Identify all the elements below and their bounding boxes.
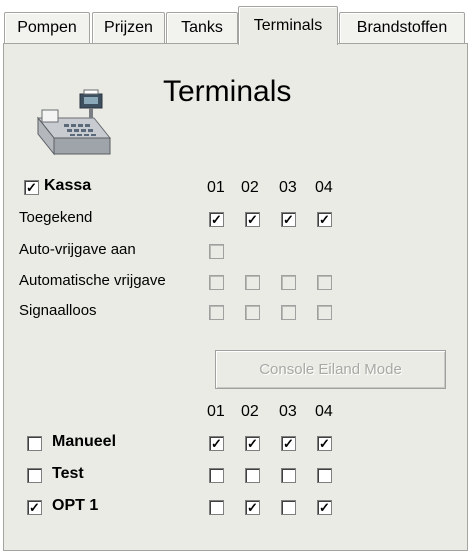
auto-vrijgave-aan-label: Auto-vrijgave aan bbox=[19, 241, 136, 258]
cash-register-icon bbox=[24, 88, 124, 164]
kassa-column-01: 01 bbox=[207, 179, 225, 196]
automatische-vrijgave-01-checkbox[interactable] bbox=[209, 275, 224, 290]
kassa-column-04: 04 bbox=[315, 179, 333, 196]
toegekend-03-checkbox[interactable]: ✓ bbox=[281, 212, 296, 227]
automatische-vrijgave-04-checkbox[interactable] bbox=[317, 275, 332, 290]
test-label: Test bbox=[52, 465, 84, 482]
test-checkbox[interactable] bbox=[27, 468, 42, 483]
test-02-checkbox[interactable] bbox=[245, 468, 260, 483]
manueel-04-checkbox[interactable]: ✓ bbox=[317, 436, 332, 451]
automatische-vrijgave-02-checkbox[interactable] bbox=[245, 275, 260, 290]
tab-prijzen[interactable]: Prijzen bbox=[92, 12, 165, 43]
manueel-checkbox[interactable] bbox=[27, 436, 42, 451]
auto-vrijgave-aan-checkbox[interactable] bbox=[209, 244, 224, 259]
signaalloos-01-checkbox[interactable] bbox=[209, 305, 224, 320]
manueel-02-checkbox[interactable]: ✓ bbox=[245, 436, 260, 451]
tab-pompen[interactable]: Pompen bbox=[4, 12, 90, 43]
manueel-03-checkbox[interactable]: ✓ bbox=[281, 436, 296, 451]
automatische-vrijgave-03-checkbox[interactable] bbox=[281, 275, 296, 290]
signaalloos-04-checkbox[interactable] bbox=[317, 305, 332, 320]
toegekend-04-checkbox[interactable]: ✓ bbox=[317, 212, 332, 227]
signaalloos-03-checkbox[interactable] bbox=[281, 305, 296, 320]
automatische-vrijgave-label: Automatische vrijgave bbox=[19, 272, 166, 289]
test-01-checkbox[interactable] bbox=[209, 468, 224, 483]
opt1-04-checkbox[interactable]: ✓ bbox=[317, 500, 332, 515]
toegekend-02-checkbox[interactable]: ✓ bbox=[245, 212, 260, 227]
signaalloos-label: Signaalloos bbox=[19, 302, 97, 319]
opt1-label: OPT 1 bbox=[52, 497, 99, 514]
console-eiland-mode-button[interactable]: Console Eiland Mode bbox=[215, 350, 446, 389]
kassa-column-02: 02 bbox=[241, 179, 259, 196]
tab-tanks[interactable]: Tanks bbox=[166, 12, 238, 43]
kassa-column-03: 03 bbox=[279, 179, 297, 196]
test-04-checkbox[interactable] bbox=[317, 468, 332, 483]
kassa-checkbox[interactable]: ✓ bbox=[24, 180, 39, 195]
opt1-01-checkbox[interactable] bbox=[209, 500, 224, 515]
signaalloos-02-checkbox[interactable] bbox=[245, 305, 260, 320]
tab-brandstoffen[interactable]: Brandstoffen bbox=[339, 12, 465, 43]
console-eiland-mode-label: Console Eiland Mode bbox=[259, 361, 402, 378]
tab-bar: Pompen Prijzen Tanks Terminals Brandstof… bbox=[0, 0, 474, 45]
toegekend-01-checkbox[interactable]: ✓ bbox=[209, 212, 224, 227]
test-03-checkbox[interactable] bbox=[281, 468, 296, 483]
page-title: Terminals bbox=[163, 75, 292, 108]
opt1-03-checkbox[interactable] bbox=[281, 500, 296, 515]
manueel-01-checkbox[interactable]: ✓ bbox=[209, 436, 224, 451]
opt1-02-checkbox[interactable]: ✓ bbox=[245, 500, 260, 515]
manueel-label: Manueel bbox=[52, 433, 117, 450]
kassa-label: Kassa bbox=[44, 177, 92, 194]
bottom-column-01: 01 bbox=[207, 403, 225, 420]
opt1-checkbox[interactable]: ✓ bbox=[27, 500, 42, 515]
bottom-column-04: 04 bbox=[315, 403, 333, 420]
bottom-column-03: 03 bbox=[279, 403, 297, 420]
toegekend-label: Toegekend bbox=[19, 209, 93, 226]
tab-terminals[interactable]: Terminals bbox=[238, 6, 338, 45]
bottom-column-02: 02 bbox=[241, 403, 259, 420]
